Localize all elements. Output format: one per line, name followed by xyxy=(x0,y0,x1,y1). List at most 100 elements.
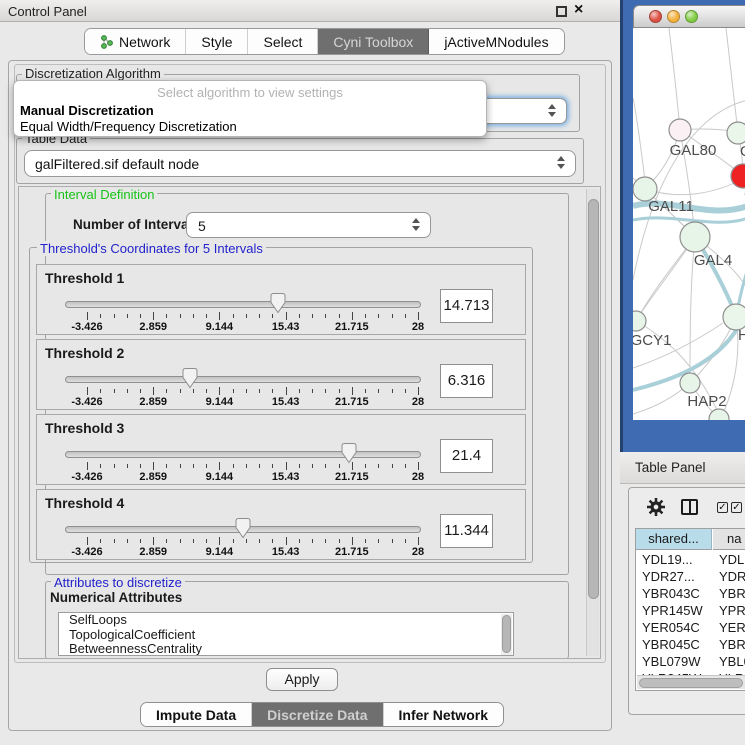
slider-tick xyxy=(180,389,181,393)
cell-name[interactable]: YBR0 xyxy=(719,637,745,652)
attribute-item-betweennesscentrality[interactable]: BetweennessCentrality xyxy=(59,642,513,656)
cell-shared-name[interactable]: YPR145W xyxy=(642,603,703,618)
slider-tick xyxy=(233,314,234,318)
slider-track[interactable] xyxy=(65,376,421,383)
cell-name[interactable]: YBR0 xyxy=(719,586,745,601)
apply-button[interactable]: Apply xyxy=(266,668,338,691)
numerical-attributes-label: Numerical Attributes xyxy=(50,590,182,605)
slider-tick xyxy=(153,387,154,395)
table-row[interactable]: YBL079W YBL0 xyxy=(636,653,745,670)
discretization-algorithm-title: Discretization Algorithm xyxy=(22,66,164,81)
attribute-item-selfloops[interactable]: SelfLoops xyxy=(59,613,513,628)
slider-tick xyxy=(405,539,406,543)
cell-shared-name[interactable]: YER054C xyxy=(642,620,700,635)
checkbox-icon[interactable]: ✓ xyxy=(731,502,742,513)
slider-tick xyxy=(325,314,326,318)
tick-label: 28 xyxy=(412,321,424,333)
tab-cyni-toolbox[interactable]: Cyni Toolbox xyxy=(318,29,429,54)
intervals-value: 5 xyxy=(198,218,206,234)
network-window-frame: GAL80GACGAL11GAL4GCY1HHAP2 xyxy=(620,0,745,452)
numerical-attributes-list[interactable]: SelfLoopsTopologicalCoefficientBetweenne… xyxy=(58,612,514,656)
float-window-icon[interactable] xyxy=(556,6,567,17)
slider-tick xyxy=(153,462,154,470)
slider-tick xyxy=(339,464,340,468)
slider-tick xyxy=(127,464,128,468)
slider-tick xyxy=(339,314,340,318)
network-window-titlebar[interactable] xyxy=(633,5,745,28)
checkbox-icon[interactable]: ✓ xyxy=(717,502,728,513)
scrollbar-thumb[interactable] xyxy=(588,199,599,599)
slider-tick xyxy=(153,312,154,320)
dropdown-option-equal-width-frequency-discretization[interactable]: Equal Width/Frequency Discretization xyxy=(20,119,237,134)
slider-tick xyxy=(325,389,326,393)
table-row[interactable]: YPR145W YPR1 xyxy=(636,602,745,619)
algorithm-dropdown-popup: Select algorithm to view settings Manual… xyxy=(13,80,487,137)
column-header-shared-[interactable]: shared... xyxy=(636,529,712,550)
cell-shared-name[interactable]: YBL079W xyxy=(642,654,701,669)
slider-tick xyxy=(312,314,313,318)
cell-shared-name[interactable]: YBR043C xyxy=(642,586,700,601)
threshold-value-field[interactable]: 6.316 xyxy=(440,364,493,398)
tab-style[interactable]: Style xyxy=(186,29,248,54)
slider-tick xyxy=(219,312,220,320)
slider-tick xyxy=(418,462,419,470)
bottom-tab-discretize-data[interactable]: Discretize Data xyxy=(252,703,383,726)
table-horizontal-scrollbar[interactable] xyxy=(637,675,745,689)
slider-tick xyxy=(405,389,406,393)
network-view[interactable]: GAL80GACGAL11GAL4GCY1HHAP2 xyxy=(633,28,745,420)
dropdown-prompt: Select algorithm to view settings xyxy=(14,85,486,100)
node-attribute-table[interactable]: shared...naYDL19...YDL1YDR27...YDR2YBR04… xyxy=(635,528,745,691)
cell-name[interactable]: YDR2 xyxy=(719,569,745,584)
tab-jactivemnodules[interactable]: jActiveMNodules xyxy=(429,29,563,54)
table-row[interactable]: YBR043C YBR0 xyxy=(636,585,745,602)
threshold-value-field[interactable]: 14.713 xyxy=(440,289,493,323)
threshold-value-field[interactable]: 21.4 xyxy=(440,439,493,473)
column-header-na[interactable]: na xyxy=(713,529,745,550)
svg-text:GAL11: GAL11 xyxy=(648,198,694,215)
minimize-traffic-light-icon[interactable] xyxy=(667,10,680,23)
slider-thumb[interactable] xyxy=(340,442,358,464)
bottom-tab-impute-data[interactable]: Impute Data xyxy=(141,703,252,726)
tab-network[interactable]: Network xyxy=(85,29,186,54)
gear-icon[interactable] xyxy=(647,498,665,516)
table-data-combobox[interactable]: galFiltered.sif default node xyxy=(24,150,576,177)
tick-label: 9.144 xyxy=(206,546,234,558)
slider-tick xyxy=(206,389,207,393)
cell-name[interactable]: YBL0 xyxy=(719,654,745,669)
slider-tick xyxy=(193,389,194,393)
attribute-item-topologicalcoefficient[interactable]: TopologicalCoefficient xyxy=(59,628,513,643)
dropdown-option-manual-discretization[interactable]: Manual Discretization xyxy=(20,103,154,118)
tab-label: Network xyxy=(119,34,170,50)
table-row[interactable]: YER054C YER0 xyxy=(636,619,745,636)
slider-tick xyxy=(339,389,340,393)
cell-shared-name[interactable]: YDR27... xyxy=(642,569,695,584)
slider-tick xyxy=(286,537,287,545)
thresholds-group-title: Threshold's Coordinates for 5 Intervals xyxy=(37,241,266,256)
close-icon[interactable]: × xyxy=(574,1,583,19)
slider-tick xyxy=(325,539,326,543)
tab-label: Cyni Toolbox xyxy=(333,34,413,50)
table-row[interactable]: YBR045C YBR0 xyxy=(636,636,745,653)
bottom-tab-infer-network[interactable]: Infer Network xyxy=(384,703,503,726)
slider-track[interactable] xyxy=(65,451,421,458)
cell-name[interactable]: YPR1 xyxy=(719,603,745,618)
cell-shared-name[interactable]: YDL19... xyxy=(642,552,693,567)
slider-track[interactable] xyxy=(65,301,421,308)
table-row[interactable]: YDR27... YDR2 xyxy=(636,568,745,585)
cell-name[interactable]: YDL1 xyxy=(719,552,745,567)
threshold-value-field[interactable]: 11.344 xyxy=(440,514,493,548)
table-row[interactable]: YDL19... YDL1 xyxy=(636,551,745,568)
cell-name[interactable]: YER0 xyxy=(719,620,745,635)
slider-thumb[interactable] xyxy=(181,367,199,389)
slider-thumb[interactable] xyxy=(269,292,287,314)
close-traffic-light-icon[interactable] xyxy=(649,10,662,23)
cell-shared-name[interactable]: YBR045C xyxy=(642,637,700,652)
tab-select[interactable]: Select xyxy=(248,29,318,54)
number-of-intervals-spinner[interactable]: 5 xyxy=(186,212,431,238)
attributes-scrollbar[interactable] xyxy=(501,614,512,656)
main-vertical-scrollbar[interactable] xyxy=(586,189,599,656)
slider-thumb[interactable] xyxy=(234,517,252,539)
tick-label: 28 xyxy=(412,396,424,408)
zoom-traffic-light-icon[interactable] xyxy=(685,10,698,23)
columns-icon[interactable] xyxy=(681,499,698,515)
